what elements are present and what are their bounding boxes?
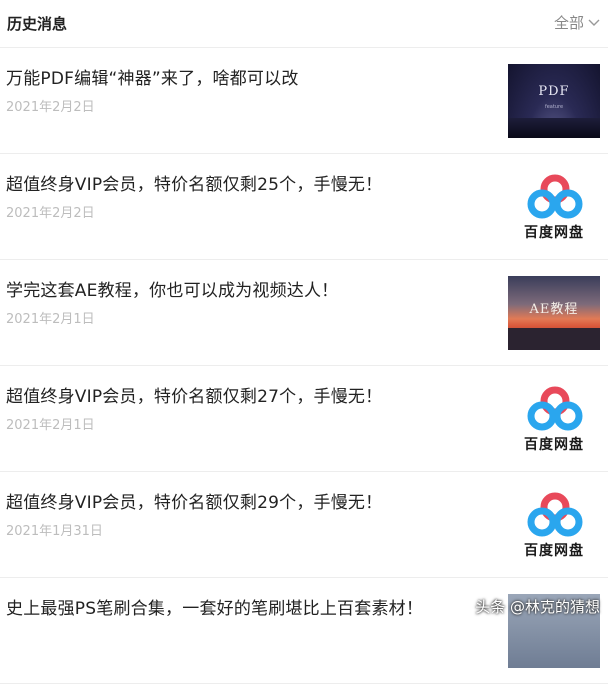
article-title: 史上最强PS笔刷合集，一套好的笔刷堪比上百套素材！	[6, 599, 424, 619]
baidu-netdisk-logo-icon	[527, 174, 583, 219]
article-date: 2021年2月1日	[6, 418, 95, 433]
article-title: 超值终身VIP会员，特价名额仅剩27个，手慢无！	[6, 387, 383, 407]
page-title: 历史消息	[7, 15, 68, 33]
filter-dropdown[interactable]: 全部	[554, 12, 600, 33]
article-title: 超值终身VIP会员，特价名额仅剩29个，手慢无！	[6, 493, 383, 513]
article-item[interactable]: 史上最强PS笔刷合集，一套好的笔刷堪比上百套素材！	[0, 578, 608, 684]
thumbnail-landscape	[508, 328, 600, 350]
thumbnail-sublabel: feature	[544, 104, 564, 110]
article-thumbnail: 百度网盘	[508, 488, 600, 562]
article-item[interactable]: 超值终身VIP会员，特价名额仅剩29个，手慢无！ 2021年1月31日 百度网盘	[0, 472, 608, 578]
watermark: 头条 @林克的猜想	[475, 598, 600, 616]
baidu-netdisk-logo-icon	[527, 492, 583, 537]
thumbnail-label: 百度网盘	[524, 437, 584, 453]
article-title: 学完这套AE教程，你也可以成为视频达人！	[6, 281, 339, 301]
thumbnail-label: PDF	[538, 84, 570, 99]
article-date: 2021年2月2日	[6, 206, 95, 221]
page-header: 历史消息 全部	[0, 0, 608, 48]
thumbnail-label: AE教程	[529, 302, 579, 317]
chevron-down-icon	[588, 19, 600, 26]
article-item[interactable]: 学完这套AE教程，你也可以成为视频达人！ 2021年2月1日 AE教程	[0, 260, 608, 366]
baidu-netdisk-logo-icon	[527, 386, 583, 431]
article-title: 超值终身VIP会员，特价名额仅剩25个，手慢无！	[6, 175, 383, 195]
article-item[interactable]: 超值终身VIP会员，特价名额仅剩25个，手慢无！ 2021年2月2日 百度网盘	[0, 154, 608, 260]
article-item[interactable]: 万能PDF编辑“神器”来了，啥都可以改 2021年2月2日 PDF featur…	[0, 48, 608, 154]
article-title: 万能PDF编辑“神器”来了，啥都可以改	[6, 69, 299, 89]
article-date: 2021年1月31日	[6, 524, 103, 539]
article-thumbnail: PDF feature	[508, 64, 600, 138]
thumbnail-label: 百度网盘	[524, 225, 584, 241]
article-date: 2021年2月1日	[6, 312, 95, 327]
thumbnail-landscape	[508, 118, 600, 138]
article-date: 2021年2月2日	[6, 100, 95, 115]
article-thumbnail: AE教程	[508, 276, 600, 350]
article-item[interactable]: 超值终身VIP会员，特价名额仅剩27个，手慢无！ 2021年2月1日 百度网盘	[0, 366, 608, 472]
article-thumbnail: 百度网盘	[508, 382, 600, 456]
article-thumbnail: 百度网盘	[508, 170, 600, 244]
filter-label: 全部	[553, 14, 584, 32]
thumbnail-label: 百度网盘	[524, 543, 584, 559]
